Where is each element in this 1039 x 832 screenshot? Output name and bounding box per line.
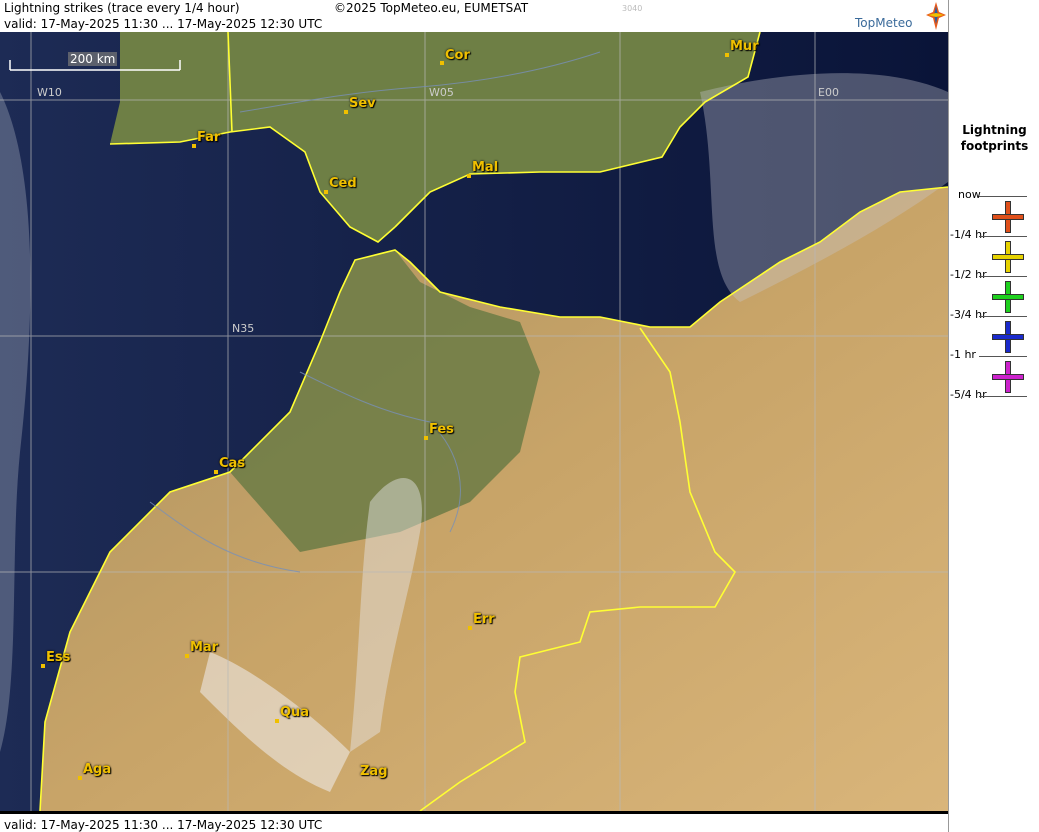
- city-dot-err: [468, 626, 472, 630]
- legend-label-q1: -1/4 hr: [950, 228, 987, 241]
- grid-label-n35: N35: [232, 322, 255, 335]
- city-label-err: Err: [473, 612, 495, 627]
- city-dot-mal: [467, 174, 471, 178]
- city-dot-qua: [275, 719, 279, 723]
- city-label-zag: Zag: [360, 764, 388, 779]
- city-dot-cor: [440, 61, 444, 65]
- map-code: 3040: [622, 4, 643, 13]
- grid-label-w05: W05: [429, 86, 454, 99]
- city-dot-aga: [78, 776, 82, 780]
- legend-divider: [979, 396, 1027, 397]
- city-dot-mur: [725, 53, 729, 57]
- city-label-mur: Mur: [730, 39, 759, 54]
- valid-time-footer: valid: 17-May-2025 11:30 ... 17-May-2025…: [4, 818, 323, 832]
- legend-label-q5: -5/4 hr: [950, 388, 987, 401]
- legend-divider: [979, 316, 1027, 317]
- legend-divider: [979, 356, 1027, 357]
- city-label-cor: Cor: [445, 48, 470, 63]
- grid-label-e00: E00: [818, 86, 839, 99]
- legend-label-q2: -1/2 hr: [950, 268, 987, 281]
- city-label-far: Far: [197, 130, 221, 145]
- legend-title-line1: Lightning: [962, 123, 1027, 137]
- legend-title: Lightning footprints: [949, 122, 1039, 154]
- valid-time-header: valid: 17-May-2025 11:30 ... 17-May-2025…: [4, 17, 323, 31]
- copyright-text: ©2025 TopMeteo.eu, EUMETSAT: [334, 1, 529, 15]
- city-dot-ess: [41, 664, 45, 668]
- legend-label-q3: -3/4 hr: [950, 308, 987, 321]
- city-label-ess: Ess: [46, 650, 71, 665]
- header-bar: Lightning strikes (trace every 1/4 hour)…: [0, 0, 948, 32]
- city-dot-cas: [214, 470, 218, 474]
- map-title: Lightning strikes (trace every 1/4 hour): [4, 1, 240, 15]
- legend-label-q4: -1 hr: [950, 348, 976, 361]
- city-label-mar: Mar: [190, 640, 219, 655]
- legend-label-now: now: [958, 188, 981, 201]
- city-label-mal: Mal: [472, 160, 499, 175]
- legend-divider: [979, 196, 1027, 197]
- city-label-cas: Cas: [219, 456, 246, 471]
- topmeteo-logo[interactable]: TopMeteo: [852, 2, 946, 32]
- scale-label: 200 km: [68, 52, 118, 66]
- city-label-sev: Sev: [349, 96, 376, 111]
- legend-title-line2: footprints: [960, 139, 1029, 153]
- city-dot-mar: [185, 654, 189, 658]
- footer-bar: valid: 17-May-2025 11:30 ... 17-May-2025…: [0, 811, 948, 832]
- legend-divider: [979, 276, 1027, 277]
- logo-text: TopMeteo: [855, 16, 913, 30]
- city-label-fes: Fes: [429, 422, 454, 437]
- city-label-ced: Ced: [329, 176, 357, 191]
- city-dot-far: [192, 144, 196, 148]
- legend-divider: [979, 236, 1027, 237]
- city-dot-ced: [324, 190, 328, 194]
- city-label-aga: Aga: [83, 762, 112, 777]
- lightning-legend: Lightning footprints now -1/4 hr -1/2 hr…: [948, 0, 1039, 832]
- map-canvas: [0, 32, 948, 811]
- city-dot-fes: [424, 436, 428, 440]
- grid-label-w10: W10: [37, 86, 62, 99]
- city-label-qua: Qua: [280, 705, 310, 720]
- city-dot-sev: [344, 110, 348, 114]
- satellite-map[interactable]: 200 km W10 W05 E00 N35 Cor Mur Sev Far M…: [0, 32, 948, 811]
